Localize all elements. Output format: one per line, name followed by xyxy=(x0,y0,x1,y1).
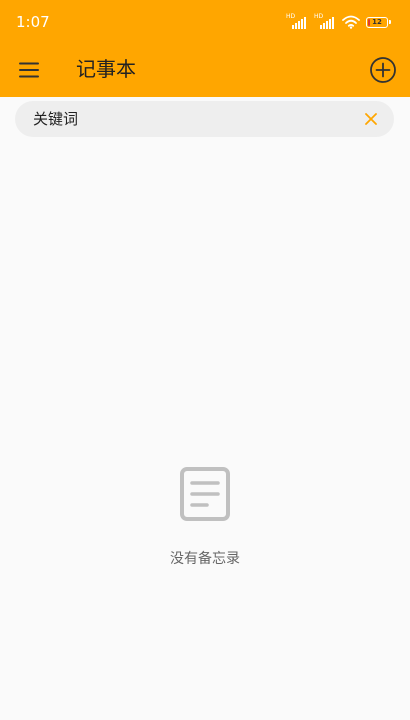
empty-state: 没有备忘录 xyxy=(0,466,410,568)
clear-search-button[interactable] xyxy=(362,110,380,128)
add-circle-icon xyxy=(370,57,396,83)
status-time: 1:07 xyxy=(16,13,50,31)
page-title: 记事本 xyxy=(76,57,136,81)
battery-percent: 12 xyxy=(372,17,382,26)
signal-icon: HD xyxy=(314,14,336,29)
wifi-icon xyxy=(342,15,360,29)
search-input[interactable] xyxy=(33,101,343,137)
status-icons: HD HD 12 xyxy=(286,13,391,31)
search-bar xyxy=(15,101,394,137)
menu-button[interactable] xyxy=(14,54,46,86)
empty-message: 没有备忘录 xyxy=(170,551,240,567)
add-note-button[interactable] xyxy=(366,53,400,87)
note-icon xyxy=(180,467,230,521)
close-icon xyxy=(365,113,377,125)
battery-icon: 12 xyxy=(366,16,391,28)
signal-icon: HD xyxy=(286,14,308,29)
status-bar: 1:07 HD HD 12 xyxy=(0,0,410,44)
menu-icon xyxy=(19,62,39,78)
app-bar: 记事本 xyxy=(0,44,410,97)
